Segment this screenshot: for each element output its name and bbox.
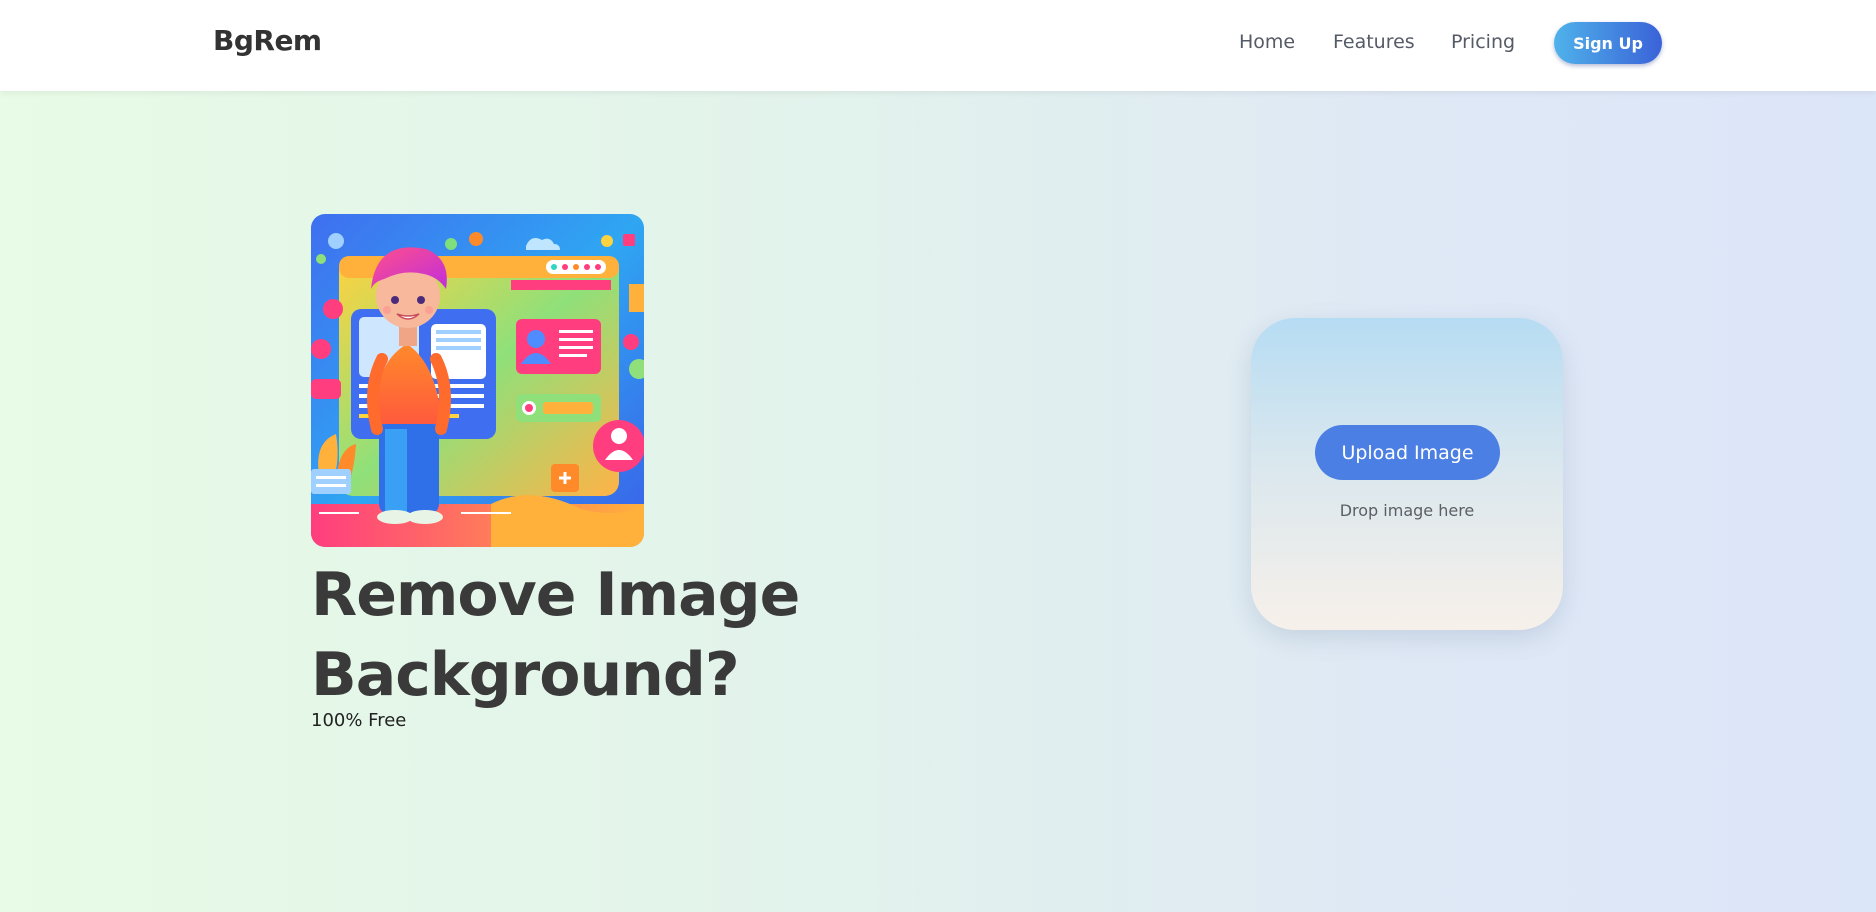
nav-link-home[interactable]: Home (1239, 31, 1295, 53)
hero-title: Remove Image Background? (311, 555, 831, 715)
hero-title-line-2: Background? (311, 640, 740, 710)
nav-link-features[interactable]: Features (1333, 31, 1415, 53)
upload-image-button[interactable]: Upload Image (1315, 425, 1500, 480)
hero-title-line-1: Remove Image (311, 560, 800, 630)
hero-subtitle: 100% Free (311, 710, 407, 731)
sign-up-button[interactable]: Sign Up (1554, 22, 1662, 64)
drop-hint: Drop image here (1339, 501, 1475, 520)
hero-illustration (311, 214, 644, 547)
nav-link-pricing[interactable]: Pricing (1451, 31, 1515, 53)
navbar: BgRem Home Features Pricing Sign Up (0, 0, 1876, 91)
upload-dropzone[interactable]: Upload Image Drop image here (1251, 318, 1563, 630)
brand-logo[interactable]: BgRem (213, 24, 322, 57)
